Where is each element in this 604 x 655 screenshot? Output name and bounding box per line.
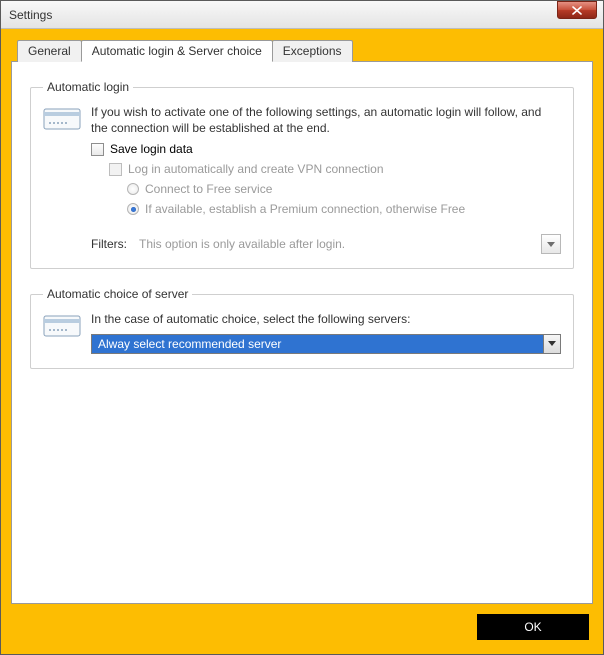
auto-vpn-checkbox-row: Log in automatically and create VPN conn…	[109, 162, 561, 176]
tab-exceptions[interactable]: Exceptions	[272, 40, 353, 62]
auto-login-help: If you wish to activate one of the follo…	[91, 104, 561, 136]
close-button[interactable]	[557, 1, 597, 19]
titlebar: Settings	[1, 1, 603, 29]
checkbox-icon	[91, 143, 104, 156]
server-help: In the case of automatic choice, select …	[91, 311, 561, 327]
save-login-checkbox-row[interactable]: Save login data	[91, 142, 561, 156]
filters-text: This option is only available after logi…	[139, 237, 529, 251]
server-combo-value: Alway select recommended server	[92, 335, 543, 353]
group-automatic-login: Automatic login If you wish to activate …	[30, 80, 574, 269]
tab-general[interactable]: General	[17, 40, 82, 62]
group-automatic-login-legend: Automatic login	[43, 80, 133, 94]
group-automatic-server-legend: Automatic choice of server	[43, 287, 192, 301]
tab-pane: Automatic login If you wish to activate …	[11, 61, 593, 604]
filters-dropdown-button[interactable]	[541, 234, 561, 254]
filters-row: Filters: This option is only available a…	[91, 234, 561, 254]
radio-premium-row: If available, establish a Premium connec…	[127, 202, 561, 216]
tab-strip: General Automatic login & Server choice …	[17, 39, 593, 61]
chevron-down-icon	[548, 341, 556, 346]
group-automatic-server: Automatic choice of server In the case o…	[30, 287, 574, 368]
close-icon	[572, 6, 582, 15]
radio-premium-label: If available, establish a Premium connec…	[145, 202, 465, 216]
auto-vpn-label: Log in automatically and create VPN conn…	[128, 162, 384, 176]
filters-label: Filters:	[91, 237, 127, 251]
server-content: In the case of automatic choice, select …	[91, 311, 561, 353]
server-combo[interactable]: Alway select recommended server	[91, 334, 561, 354]
login-card-icon	[43, 106, 81, 132]
ok-button-label: OK	[524, 620, 541, 634]
body-area: General Automatic login & Server choice …	[1, 29, 603, 654]
server-combo-button[interactable]	[543, 335, 560, 353]
auto-login-content: If you wish to activate one of the follo…	[91, 104, 561, 254]
chevron-down-icon	[547, 242, 555, 247]
radio-icon	[127, 183, 139, 195]
window-title: Settings	[9, 8, 52, 22]
tab-auto-login-server[interactable]: Automatic login & Server choice	[81, 40, 273, 62]
server-card-icon	[43, 313, 81, 339]
radio-free-row: Connect to Free service	[127, 182, 561, 196]
checkbox-icon	[109, 163, 122, 176]
settings-window: Settings General Automatic login & Serve…	[0, 0, 604, 655]
ok-button[interactable]: OK	[477, 614, 589, 640]
radio-free-label: Connect to Free service	[145, 182, 272, 196]
footer: OK	[11, 604, 593, 644]
save-login-label: Save login data	[110, 142, 193, 156]
radio-icon	[127, 203, 139, 215]
